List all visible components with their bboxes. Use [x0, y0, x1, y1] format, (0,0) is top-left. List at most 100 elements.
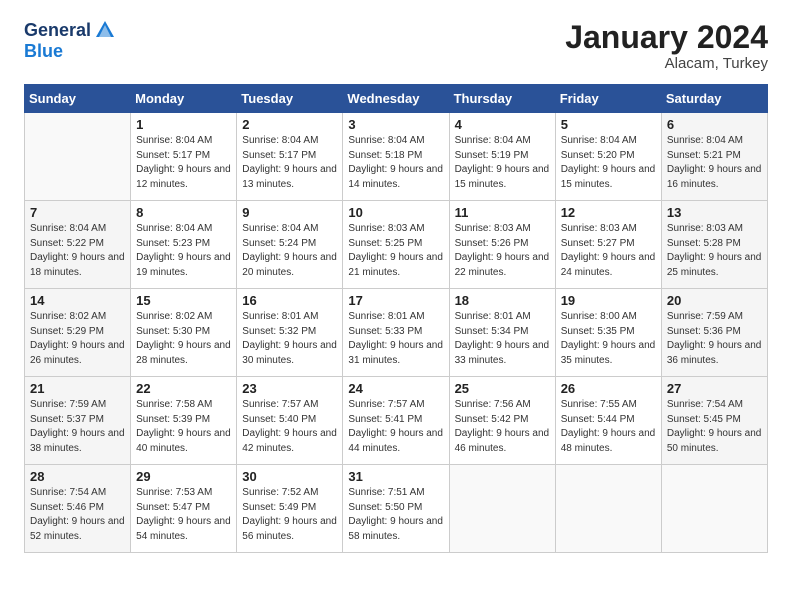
day-number: 23 [242, 381, 337, 396]
table-row [661, 465, 767, 553]
logo: General Blue [24, 20, 116, 62]
day-number: 28 [30, 469, 125, 484]
table-row: 10Sunrise: 8:03 AMSunset: 5:25 PMDayligh… [343, 201, 449, 289]
location-subtitle: Alacam, Turkey [565, 55, 768, 72]
day-info: Sunrise: 7:57 AMSunset: 5:41 PMDaylight:… [348, 398, 443, 456]
calendar-week-row: 14 Sunrise: 8:02 AMSunset: 5:29 PMDayligh… [25, 289, 768, 377]
table-row: 25 Sunrise: 7:56 AMSunset: 5:42 PMDayligh… [449, 377, 555, 465]
day-number: 31 [348, 469, 443, 484]
logo-general-text: General [24, 20, 91, 41]
day-number: 22 [136, 381, 231, 396]
table-row: 24 Sunrise: 7:57 AMSunset: 5:41 PMDayligh… [343, 377, 449, 465]
table-row: 14 Sunrise: 8:02 AMSunset: 5:29 PMDayligh… [25, 289, 131, 377]
col-sunday: Sunday [25, 85, 131, 113]
day-info: Sunrise: 8:04 AMSunset: 5:22 PMDaylight:… [30, 222, 125, 280]
table-row: 18Sunrise: 8:01 AMSunset: 5:34 PMDayligh… [449, 289, 555, 377]
col-friday: Friday [555, 85, 661, 113]
day-number: 3 [348, 117, 443, 132]
header: General Blue January 2024 Alacam, Turkey [24, 20, 768, 72]
month-title: January 2024 [565, 20, 768, 55]
day-number: 1 [136, 117, 231, 132]
day-info: Sunrise: 8:03 AMSunset: 5:25 PMDaylight:… [348, 222, 443, 280]
day-number: 2 [242, 117, 337, 132]
day-info: Sunrise: 8:03 AMSunset: 5:28 PMDaylight:… [667, 222, 762, 280]
day-info: Sunrise: 8:03 AMSunset: 5:27 PMDaylight:… [561, 222, 656, 280]
table-row: 4 Sunrise: 8:04 AMSunset: 5:19 PMDaylight… [449, 113, 555, 201]
day-info: Sunrise: 8:04 AMSunset: 5:21 PMDaylight:… [667, 134, 762, 192]
day-info: Sunrise: 7:53 AMSunset: 5:47 PMDaylight:… [136, 486, 231, 544]
calendar-week-row: 21Sunrise: 7:59 AMSunset: 5:37 PMDayligh… [25, 377, 768, 465]
day-number: 6 [667, 117, 762, 132]
table-row [25, 113, 131, 201]
day-info: Sunrise: 7:54 AMSunset: 5:45 PMDaylight:… [667, 398, 762, 456]
day-number: 29 [136, 469, 231, 484]
table-row: 1 Sunrise: 8:04 AMSunset: 5:17 PMDaylight… [131, 113, 237, 201]
day-info: Sunrise: 7:56 AMSunset: 5:42 PMDaylight:… [455, 398, 550, 456]
day-number: 14 [30, 293, 125, 308]
table-row: 23 Sunrise: 7:57 AMSunset: 5:40 PMDayligh… [237, 377, 343, 465]
table-row: 17 Sunrise: 8:01 AMSunset: 5:33 PMDayligh… [343, 289, 449, 377]
table-row: 5Sunrise: 8:04 AMSunset: 5:20 PMDaylight… [555, 113, 661, 201]
day-info: Sunrise: 8:04 AMSunset: 5:18 PMDaylight:… [348, 134, 443, 192]
day-number: 16 [242, 293, 337, 308]
day-info: Sunrise: 8:04 AMSunset: 5:24 PMDaylight:… [242, 222, 337, 280]
day-number: 30 [242, 469, 337, 484]
day-info: Sunrise: 7:58 AMSunset: 5:39 PMDaylight:… [136, 398, 231, 456]
day-number: 27 [667, 381, 762, 396]
day-number: 25 [455, 381, 550, 396]
day-info: Sunrise: 8:04 AMSunset: 5:23 PMDaylight:… [136, 222, 231, 280]
day-number: 9 [242, 205, 337, 220]
day-number: 15 [136, 293, 231, 308]
day-info: Sunrise: 8:04 AMSunset: 5:17 PMDaylight:… [136, 134, 231, 192]
table-row: 12 Sunrise: 8:03 AMSunset: 5:27 PMDayligh… [555, 201, 661, 289]
day-number: 5 [561, 117, 656, 132]
day-info: Sunrise: 8:03 AMSunset: 5:26 PMDaylight:… [455, 222, 550, 280]
table-row: 30Sunrise: 7:52 AMSunset: 5:49 PMDayligh… [237, 465, 343, 553]
page: General Blue January 2024 Alacam, Turkey… [0, 0, 792, 612]
table-row: 7 Sunrise: 8:04 AMSunset: 5:22 PMDaylight… [25, 201, 131, 289]
day-number: 7 [30, 205, 125, 220]
day-number: 19 [561, 293, 656, 308]
table-row: 9 Sunrise: 8:04 AMSunset: 5:24 PMDaylight… [237, 201, 343, 289]
day-info: Sunrise: 8:04 AMSunset: 5:19 PMDaylight:… [455, 134, 550, 192]
day-info: Sunrise: 8:01 AMSunset: 5:33 PMDaylight:… [348, 310, 443, 368]
col-wednesday: Wednesday [343, 85, 449, 113]
day-info: Sunrise: 8:02 AMSunset: 5:29 PMDaylight:… [30, 310, 125, 368]
table-row: 16 Sunrise: 8:01 AMSunset: 5:32 PMDayligh… [237, 289, 343, 377]
day-info: Sunrise: 8:01 AMSunset: 5:34 PMDaylight:… [455, 310, 550, 368]
table-row: 21Sunrise: 7:59 AMSunset: 5:37 PMDayligh… [25, 377, 131, 465]
day-info: Sunrise: 8:02 AMSunset: 5:30 PMDaylight:… [136, 310, 231, 368]
calendar-week-row: 1 Sunrise: 8:04 AMSunset: 5:17 PMDaylight… [25, 113, 768, 201]
day-info: Sunrise: 8:01 AMSunset: 5:32 PMDaylight:… [242, 310, 337, 368]
day-number: 24 [348, 381, 443, 396]
table-row: 19Sunrise: 8:00 AMSunset: 5:35 PMDayligh… [555, 289, 661, 377]
table-row: 3 Sunrise: 8:04 AMSunset: 5:18 PMDaylight… [343, 113, 449, 201]
table-row [555, 465, 661, 553]
day-number: 17 [348, 293, 443, 308]
day-info: Sunrise: 7:54 AMSunset: 5:46 PMDaylight:… [30, 486, 125, 544]
day-number: 12 [561, 205, 656, 220]
table-row [449, 465, 555, 553]
calendar-body: 1 Sunrise: 8:04 AMSunset: 5:17 PMDaylight… [25, 113, 768, 553]
calendar-header-row: Sunday Monday Tuesday Wednesday Thursday… [25, 85, 768, 113]
table-row: 22 Sunrise: 7:58 AMSunset: 5:39 PMDayligh… [131, 377, 237, 465]
day-number: 8 [136, 205, 231, 220]
table-row: 13Sunrise: 8:03 AMSunset: 5:28 PMDayligh… [661, 201, 767, 289]
table-row: 29 Sunrise: 7:53 AMSunset: 5:47 PMDayligh… [131, 465, 237, 553]
day-info: Sunrise: 7:59 AMSunset: 5:36 PMDaylight:… [667, 310, 762, 368]
table-row: 6 Sunrise: 8:04 AMSunset: 5:21 PMDaylight… [661, 113, 767, 201]
day-number: 4 [455, 117, 550, 132]
table-row: 2Sunrise: 8:04 AMSunset: 5:17 PMDaylight… [237, 113, 343, 201]
col-tuesday: Tuesday [237, 85, 343, 113]
title-block: January 2024 Alacam, Turkey [565, 20, 768, 72]
day-info: Sunrise: 7:59 AMSunset: 5:37 PMDaylight:… [30, 398, 125, 456]
table-row: 26Sunrise: 7:55 AMSunset: 5:44 PMDayligh… [555, 377, 661, 465]
table-row: 27 Sunrise: 7:54 AMSunset: 5:45 PMDayligh… [661, 377, 767, 465]
day-info: Sunrise: 7:55 AMSunset: 5:44 PMDaylight:… [561, 398, 656, 456]
calendar-week-row: 7 Sunrise: 8:04 AMSunset: 5:22 PMDaylight… [25, 201, 768, 289]
day-info: Sunrise: 7:57 AMSunset: 5:40 PMDaylight:… [242, 398, 337, 456]
table-row: 31Sunrise: 7:51 AMSunset: 5:50 PMDayligh… [343, 465, 449, 553]
table-row: 28 Sunrise: 7:54 AMSunset: 5:46 PMDayligh… [25, 465, 131, 553]
logo-blue-text: Blue [24, 41, 63, 62]
logo-icon [94, 19, 116, 41]
